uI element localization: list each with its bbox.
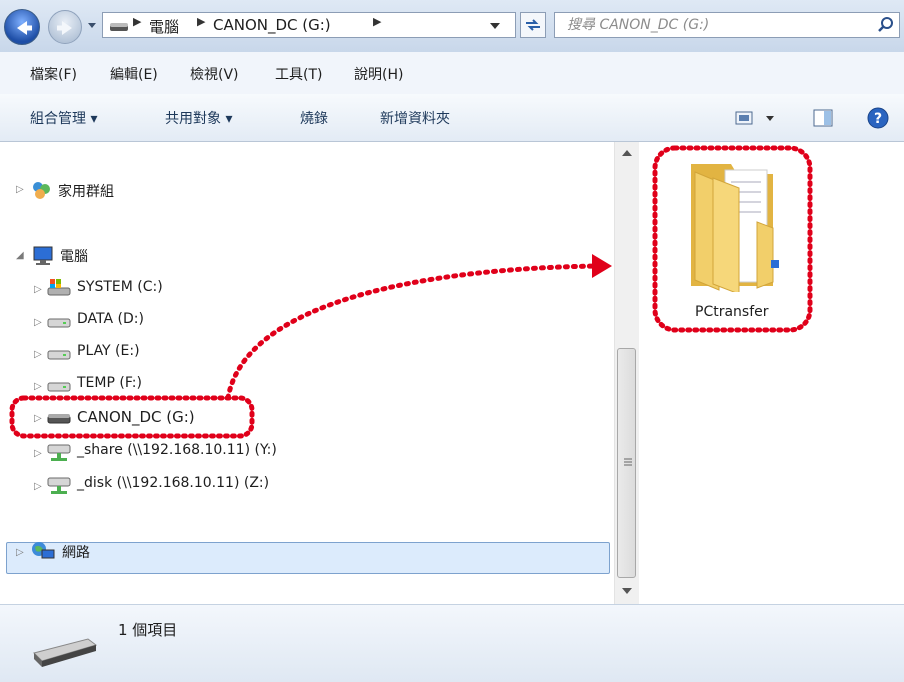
- share-with-button[interactable]: 共用對象 ▾: [165, 108, 232, 128]
- expand-arrow[interactable]: ▷: [16, 547, 24, 558]
- item-count-label: 1 個項目: [118, 621, 178, 639]
- expand-arrow[interactable]: ▷: [34, 317, 42, 328]
- tree-item-network[interactable]: 網路: [62, 542, 90, 562]
- breadcrumb-drive[interactable]: CANON_DC (G:): [213, 16, 331, 34]
- new-folder-button[interactable]: 新增資料夾: [380, 108, 450, 128]
- forward-button[interactable]: [48, 10, 82, 44]
- address-dropdown-icon[interactable]: [489, 21, 501, 31]
- back-arrow-icon: [17, 21, 32, 35]
- tree-item-drive-e[interactable]: PLAY (E:): [77, 343, 140, 359]
- recent-pages-dropdown[interactable]: [86, 18, 98, 32]
- network-icon: [32, 542, 55, 559]
- back-button[interactable]: [4, 9, 40, 45]
- drive-icon: [47, 382, 71, 392]
- folder-icon: [691, 164, 779, 292]
- menu-edit[interactable]: 編輯(E): [110, 64, 158, 84]
- drive-icon: [47, 318, 71, 328]
- tree-item-computer[interactable]: 電腦: [60, 246, 88, 266]
- menu-view[interactable]: 檢視(V): [190, 64, 239, 84]
- expand-arrow[interactable]: ▷: [16, 184, 24, 195]
- details-pane: 1 個項目: [0, 604, 904, 682]
- search-icon[interactable]: [877, 16, 895, 34]
- tree-item-homegroup[interactable]: 家用群組: [58, 181, 114, 201]
- scrollbar-thumb[interactable]: [617, 348, 636, 578]
- command-bar: 組合管理 ▾ 共用對象 ▾ 燒錄 新增資料夾 ?: [0, 94, 904, 142]
- menu-help[interactable]: 說明(H): [354, 64, 403, 84]
- computer-icon: [33, 246, 53, 265]
- preview-pane-icon[interactable]: [812, 108, 836, 128]
- tree-item-drive-y[interactable]: _share (\\192.168.10.11) (Y:): [77, 442, 277, 458]
- scroll-up-icon[interactable]: [621, 148, 633, 158]
- drive-icon: [110, 23, 128, 31]
- expand-arrow[interactable]: ▷: [34, 448, 42, 459]
- address-field[interactable]: ▶ 電腦 ▶ CANON_DC (G:) ▶: [102, 12, 516, 38]
- expand-arrow[interactable]: ▷: [34, 284, 42, 295]
- file-list-pane: PCtransfer: [639, 142, 904, 604]
- organize-button[interactable]: 組合管理 ▾: [30, 108, 97, 128]
- navigation-pane: ▷ 家用群組 ◢ 電腦 ▷ SYSTEM (C:) ▷ DATA (D:) ▷ …: [0, 142, 614, 604]
- view-options-button[interactable]: [734, 108, 778, 128]
- search-input[interactable]: [565, 16, 869, 34]
- expand-arrow[interactable]: ▷: [34, 349, 42, 360]
- network-drive-icon: [47, 477, 71, 494]
- crumb-separator[interactable]: ▶: [197, 15, 205, 28]
- svg-text:?: ?: [874, 111, 882, 127]
- help-icon[interactable]: ?: [866, 106, 890, 130]
- menu-file[interactable]: 檔案(F): [30, 64, 77, 84]
- collapse-arrow[interactable]: ◢: [16, 250, 24, 261]
- expand-arrow[interactable]: ▷: [34, 481, 42, 492]
- menu-tools[interactable]: 工具(T): [275, 64, 322, 84]
- crumb-separator[interactable]: ▶: [373, 15, 381, 28]
- tree-item-drive-f[interactable]: TEMP (F:): [77, 375, 142, 391]
- tree-item-drive-g[interactable]: CANON_DC (G:): [77, 408, 195, 426]
- homegroup-icon: [33, 182, 50, 199]
- drive-icon: [47, 350, 71, 360]
- forward-arrow-icon: [57, 21, 72, 35]
- expand-arrow[interactable]: ▷: [34, 381, 42, 392]
- nav-scrollbar[interactable]: [614, 142, 639, 604]
- scroll-down-icon[interactable]: [621, 586, 633, 596]
- refresh-button[interactable]: [520, 12, 546, 38]
- search-box[interactable]: [554, 12, 900, 38]
- grip-icon: [624, 458, 632, 466]
- tree-selected-row[interactable]: [6, 542, 610, 574]
- drive-icon: [33, 638, 98, 667]
- burn-button[interactable]: 燒錄: [300, 108, 328, 128]
- menu-bar: 檔案(F) 編輯(E) 檢視(V) 工具(T) 說明(H): [0, 52, 904, 95]
- breadcrumb-computer[interactable]: 電腦: [149, 16, 179, 37]
- expand-arrow[interactable]: ▷: [34, 413, 42, 424]
- tree-item-drive-z[interactable]: _disk (\\192.168.10.11) (Z:): [77, 475, 269, 491]
- system-drive-icon: [47, 279, 71, 296]
- crumb-separator: ▶: [133, 15, 142, 28]
- folder-item[interactable]: PCtransfer: [663, 152, 783, 332]
- removable-drive-icon: [47, 414, 71, 424]
- refresh-icon: [526, 19, 540, 31]
- network-drive-icon: [47, 444, 71, 461]
- address-toolbar: ▶ 電腦 ▶ CANON_DC (G:) ▶: [0, 0, 904, 52]
- folder-name-label: PCtransfer: [695, 304, 769, 320]
- tree-item-drive-c[interactable]: SYSTEM (C:): [77, 279, 163, 295]
- tree-item-drive-d[interactable]: DATA (D:): [77, 311, 144, 327]
